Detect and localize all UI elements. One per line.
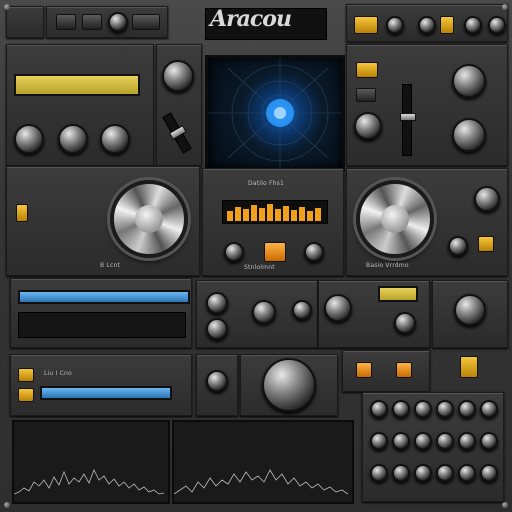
transport-button-2[interactable] [82, 14, 102, 30]
transport-knob[interactable] [108, 12, 128, 32]
matrix-knob-1[interactable] [370, 400, 388, 418]
oscilloscope-icon [208, 58, 342, 168]
mod-knob-1[interactable] [206, 292, 228, 314]
screw-bottom-right [502, 502, 508, 508]
sequencer-step-row[interactable] [18, 312, 186, 338]
center-display-label: Datilo Fhs1 [248, 180, 284, 187]
arp-display [40, 386, 172, 400]
amber-level-display [222, 200, 328, 224]
osc-knob-3[interactable] [100, 124, 130, 154]
matrix-knob-8[interactable] [392, 432, 410, 450]
mod-knob-3[interactable] [252, 300, 276, 324]
fx-knob-1[interactable] [324, 294, 352, 322]
right-small-yellow-button[interactable] [460, 356, 478, 378]
envelope-knob-1[interactable] [354, 112, 382, 140]
right-mid-yellow-button[interactable] [478, 236, 494, 252]
screw-top-left [4, 4, 10, 10]
right-mid-label: Basio Vrrdmo [366, 262, 409, 269]
oscillator-display [14, 74, 140, 96]
level-meter-bars [227, 204, 321, 221]
matrix-knob-2[interactable] [392, 400, 410, 418]
top-right-yellow-button-2[interactable] [440, 16, 454, 34]
filter-cutoff-knob[interactable] [162, 60, 194, 92]
matrix-knob-5[interactable] [458, 400, 476, 418]
fx-knob-2[interactable] [394, 312, 416, 334]
arp-label: Liu I Cno [44, 370, 72, 377]
center-knob-2[interactable] [304, 242, 324, 262]
waveform-display-right [172, 420, 354, 504]
top-right-knob-2[interactable] [418, 16, 436, 34]
center-bottom-label: Stnlolmnt [244, 264, 275, 271]
left-mid-yellow-button[interactable] [16, 204, 28, 222]
mod-knob-2[interactable] [206, 318, 228, 340]
waveform-display-left [12, 420, 170, 504]
matrix-knob-18[interactable] [480, 464, 498, 482]
matrix-knob-9[interactable] [414, 432, 432, 450]
right-mid-knob-2[interactable] [448, 236, 468, 256]
matrix-knob-14[interactable] [392, 464, 410, 482]
matrix-knob-17[interactable] [458, 464, 476, 482]
osc-knob-1[interactable] [14, 124, 44, 154]
output-knob[interactable] [454, 294, 486, 326]
envelope-button[interactable] [356, 88, 376, 102]
envelope-knob-3[interactable] [452, 118, 486, 152]
mini-knob[interactable] [206, 370, 228, 392]
matrix-knob-11[interactable] [458, 432, 476, 450]
envelope-fader[interactable] [400, 84, 416, 156]
matrix-knob-16[interactable] [436, 464, 454, 482]
waveform-left-icon [13, 469, 165, 495]
arp-panel [10, 354, 192, 416]
top-right-knob-4[interactable] [488, 16, 506, 34]
top-right-knob-3[interactable] [464, 16, 482, 34]
left-main-dial[interactable] [110, 180, 188, 258]
transport-button-1[interactable] [56, 14, 76, 30]
arp-yellow-button-2[interactable] [18, 388, 34, 402]
right-main-dial[interactable] [356, 180, 434, 258]
top-right-yellow-button[interactable] [354, 16, 378, 34]
trigger-button[interactable] [356, 362, 372, 378]
envelope-knob-2[interactable] [452, 64, 486, 98]
center-knob-1[interactable] [224, 242, 244, 262]
screw-bottom-left [4, 502, 10, 508]
matrix-knob-15[interactable] [414, 464, 432, 482]
arp-yellow-button[interactable] [18, 368, 34, 382]
center-orange-button[interactable] [264, 242, 286, 262]
top-left-toolbar [6, 6, 44, 38]
osc-knob-2[interactable] [58, 124, 88, 154]
screw-top-right [502, 4, 508, 10]
top-right-knob-1[interactable] [386, 16, 404, 34]
oscilloscope [205, 55, 345, 171]
matrix-knob-10[interactable] [436, 432, 454, 450]
right-mid-knob-1[interactable] [474, 186, 500, 212]
waveform-right-icon [173, 469, 349, 495]
matrix-knob-3[interactable] [414, 400, 432, 418]
fx-display [378, 286, 418, 302]
matrix-knob-12[interactable] [480, 432, 498, 450]
matrix-knob-13[interactable] [370, 464, 388, 482]
left-mid-label: B Lcnt [100, 262, 121, 269]
sequencer-display [18, 290, 190, 304]
matrix-knob-6[interactable] [480, 400, 498, 418]
envelope-yellow-button[interactable] [356, 62, 378, 78]
master-volume-knob[interactable] [262, 358, 316, 412]
mod-knob-4[interactable] [292, 300, 312, 320]
transport-button-3[interactable] [132, 14, 160, 30]
matrix-knob-4[interactable] [436, 400, 454, 418]
app-title: Aracou [210, 6, 292, 32]
trigger-button-2[interactable] [396, 362, 412, 378]
matrix-knob-7[interactable] [370, 432, 388, 450]
